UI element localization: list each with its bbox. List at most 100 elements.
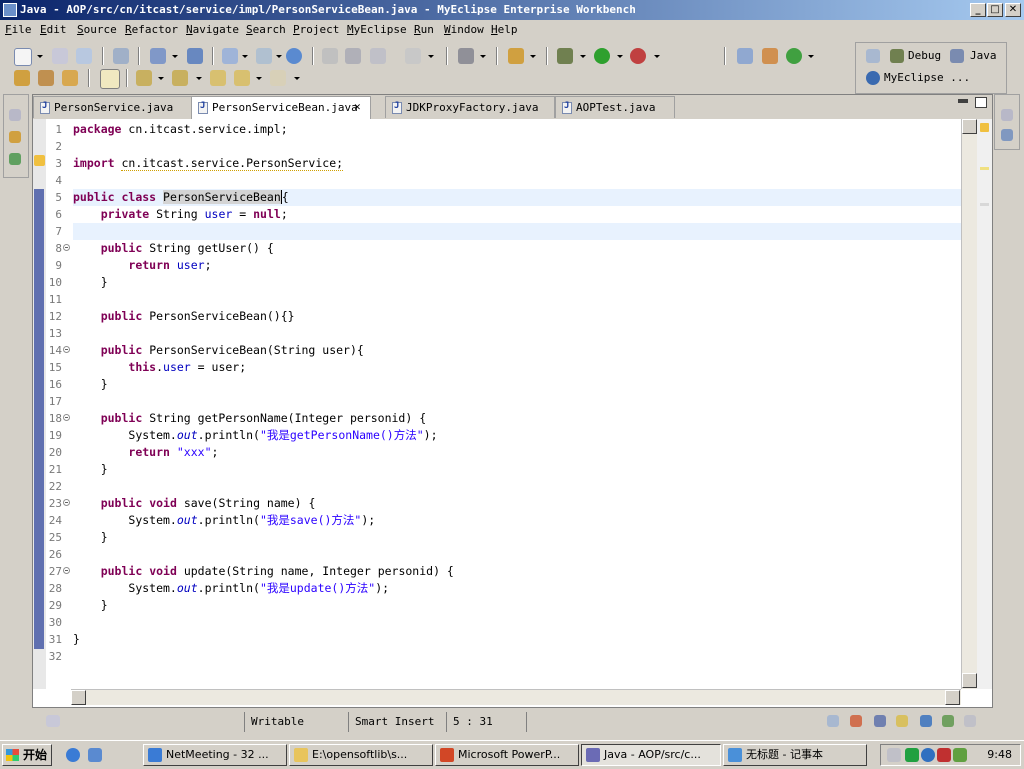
minimize-button[interactable]: _ — [970, 3, 986, 17]
restore-icon[interactable] — [827, 715, 839, 727]
declaration-icon[interactable] — [896, 715, 908, 727]
ie-icon[interactable] — [66, 748, 80, 762]
unlink-icon[interactable] — [345, 48, 361, 64]
print-icon[interactable] — [76, 48, 92, 64]
horizontal-scrollbar[interactable] — [71, 689, 961, 705]
fold-toggle-icon[interactable] — [63, 499, 70, 506]
dropdown-arrow-icon[interactable] — [617, 55, 623, 58]
taskbar-item-myeclipse[interactable]: Java - AOP/src/c... — [581, 744, 721, 766]
progress-icon[interactable] — [964, 715, 976, 727]
dropdown-arrow-icon[interactable] — [294, 77, 300, 80]
mark-occurrences-icon[interactable] — [100, 69, 120, 89]
new-icon[interactable] — [14, 48, 32, 66]
maximize-editor-icon[interactable] — [975, 97, 987, 108]
settings-icon[interactable] — [370, 48, 386, 64]
menu-file[interactable]: File — [5, 23, 32, 36]
dropdown-arrow-icon[interactable] — [242, 55, 248, 58]
dropdown-arrow-icon[interactable] — [428, 55, 434, 58]
menu-window[interactable]: Window — [444, 23, 484, 36]
restore-icon[interactable] — [1001, 109, 1013, 121]
javadoc-icon[interactable] — [874, 715, 886, 727]
tool-icon[interactable] — [256, 48, 272, 64]
start-button[interactable]: 开始 — [2, 744, 52, 766]
menu-edit[interactable]: Edit — [40, 23, 67, 36]
new-class-icon[interactable] — [508, 48, 524, 64]
menu-project[interactable]: Project — [293, 23, 339, 36]
hierarchy-view-icon[interactable] — [9, 153, 21, 165]
tray-app-icon[interactable] — [887, 748, 901, 762]
menu-run[interactable]: Run — [414, 23, 434, 36]
fold-toggle-icon[interactable] — [63, 244, 70, 251]
tray-network-icon[interactable] — [921, 748, 935, 762]
save-icon[interactable] — [52, 48, 68, 64]
problems-icon[interactable] — [850, 715, 862, 727]
servers-icon[interactable] — [942, 715, 954, 727]
menu-navigate[interactable]: Navigate — [186, 23, 239, 36]
overview-marker[interactable] — [980, 167, 989, 170]
menu-source[interactable]: Source — [77, 23, 117, 36]
prev-annotation-icon[interactable] — [172, 70, 188, 86]
external-tools-icon[interactable] — [630, 48, 646, 64]
camera-icon[interactable] — [458, 48, 474, 64]
debug-perspective-button[interactable]: Debug — [908, 49, 941, 62]
link-icon[interactable] — [322, 48, 338, 64]
fold-toggle-icon[interactable] — [63, 346, 70, 353]
tab-aoptest[interactable]: AOPTest.java — [555, 96, 675, 118]
source-code[interactable]: package cn.itcast.service.impl; import c… — [73, 119, 961, 689]
open-type-icon[interactable] — [737, 48, 753, 64]
browser-icon[interactable] — [187, 48, 203, 64]
back-icon[interactable] — [234, 70, 250, 86]
dropdown-arrow-icon[interactable] — [530, 55, 536, 58]
server-icon[interactable] — [113, 48, 129, 64]
fold-toggle-icon[interactable] — [63, 567, 70, 574]
tray-monitor-icon[interactable] — [905, 748, 919, 762]
tray-messenger-icon[interactable] — [953, 748, 967, 762]
vertical-scrollbar[interactable] — [961, 119, 977, 689]
menu-help[interactable]: Help — [491, 23, 518, 36]
wrench-icon[interactable] — [38, 70, 54, 86]
dropdown-arrow-icon[interactable] — [654, 55, 660, 58]
dropdown-arrow-icon[interactable] — [580, 55, 586, 58]
overview-marker[interactable] — [980, 203, 989, 206]
dropdown-arrow-icon[interactable] — [172, 55, 178, 58]
close-button[interactable]: ✕ — [1005, 3, 1021, 17]
menu-refactor[interactable]: Refactor — [125, 23, 178, 36]
debug-bug-icon[interactable] — [557, 48, 573, 64]
dropdown-arrow-icon[interactable] — [256, 77, 262, 80]
taskbar-item-netmeeting[interactable]: NetMeeting - 32 ... — [143, 744, 287, 766]
scroll-down-button[interactable] — [962, 673, 977, 688]
close-tab-icon[interactable]: ✕ — [354, 100, 361, 113]
gear-icon[interactable] — [405, 48, 421, 64]
minimize-editor-icon[interactable] — [958, 99, 968, 103]
desktop-icon[interactable] — [88, 748, 102, 762]
deploy-icon[interactable] — [150, 48, 166, 64]
open-folder-icon[interactable] — [14, 70, 30, 86]
outline-view-icon[interactable] — [1001, 129, 1013, 141]
maximize-button[interactable]: □ — [987, 3, 1003, 17]
wizard-icon[interactable] — [222, 48, 238, 64]
dropdown-arrow-icon[interactable] — [37, 55, 43, 58]
hierarchy-icon[interactable] — [762, 48, 778, 64]
code-area[interactable]: 1 2 3 4 5 6 7 8 9 10 11 12 13 14 15 16 1… — [33, 119, 992, 705]
scroll-right-button[interactable] — [945, 690, 960, 705]
tab-personservice[interactable]: PersonService.java — [33, 96, 193, 118]
globe-icon[interactable] — [286, 48, 302, 64]
overview-warning-icon[interactable] — [980, 123, 989, 132]
warning-icon[interactable] — [34, 155, 45, 166]
scroll-up-button[interactable] — [962, 119, 977, 134]
scroll-left-button[interactable] — [71, 690, 86, 705]
run-icon[interactable] — [594, 48, 610, 64]
overview-ruler[interactable] — [977, 119, 992, 689]
menu-search[interactable]: Search — [246, 23, 286, 36]
java-perspective-button[interactable]: Java — [970, 49, 997, 62]
package-icon[interactable] — [62, 70, 78, 86]
dropdown-arrow-icon[interactable] — [158, 77, 164, 80]
tab-personservicebean[interactable]: PersonServiceBean.java ✕ — [191, 96, 371, 120]
package-explorer-icon[interactable] — [9, 131, 21, 143]
next-annotation-icon[interactable] — [136, 70, 152, 86]
taskbar-item-explorer[interactable]: E:\opensoftlib\s... — [289, 744, 433, 766]
taskbar-item-notepad[interactable]: 无标题 - 记事本 — [723, 744, 867, 766]
taskbar-item-powerpoint[interactable]: Microsoft PowerP... — [435, 744, 579, 766]
last-edit-icon[interactable] — [210, 70, 226, 86]
dropdown-arrow-icon[interactable] — [276, 55, 282, 58]
